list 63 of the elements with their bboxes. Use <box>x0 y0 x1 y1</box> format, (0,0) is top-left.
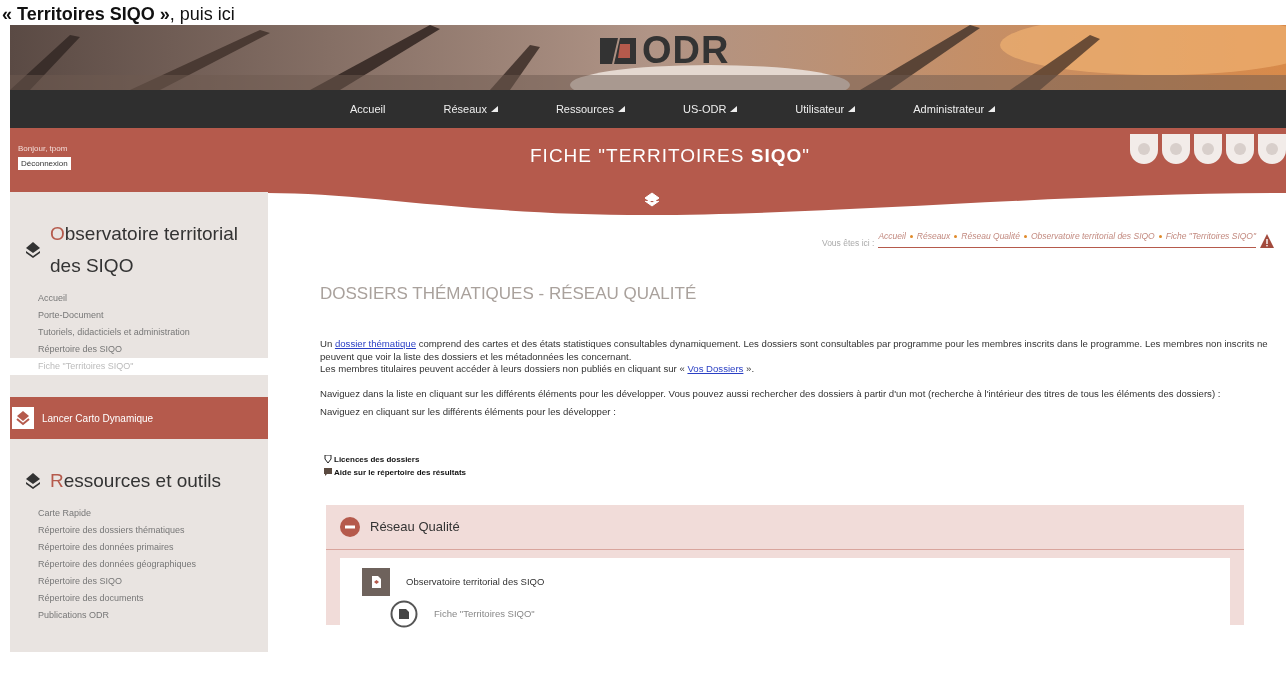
section-title: Observatoire territorial des SIQO <box>50 222 239 278</box>
body-paragraph: Les membres titulaires peuvent accéder à leurs dossiers non publiés en cliquant sur « Vos Dossiers ». <box>320 363 756 376</box>
tree-node[interactable]: Fiche "Territoires SIQO" <box>434 608 535 619</box>
section-title: Ressources et outils <box>50 469 223 493</box>
help-link[interactable]: Licences des dossiers <box>334 454 420 464</box>
sidebar-link[interactable]: Fiche "Territoires SIQO" <box>10 358 268 375</box>
user-greeting: Bonjour, tpom <box>18 144 68 153</box>
logout-button[interactable]: Déconnexion <box>18 157 71 170</box>
text-link[interactable]: Vos Dossiers <box>687 363 744 374</box>
breadcrumb-link[interactable]: Fiche "Territoires SIQO" <box>1165 231 1256 241</box>
comment-icon <box>324 468 332 476</box>
help-link[interactable]: Aide sur le répertoire des résultats <box>334 467 467 477</box>
body-paragraph: Un dossier thématique comprend des cartes et des états statistiques consultables dynamiquement. Les dossiers sont consultables par programme pour les membres inscrits dans le programme. Les membres non inscrits ne peuvent que voir la liste des dossiers et les métadonnées les concernant. <box>320 338 1269 363</box>
shield-icon <box>324 455 332 463</box>
caption-text: « Territoires SIQO », puis ici <box>1 3 235 25</box>
caret-icon <box>730 106 738 112</box>
nav-item[interactable]: Accueil <box>350 103 386 115</box>
caret-icon <box>848 106 856 112</box>
shield-icon[interactable] <box>1130 134 1158 164</box>
folder-icon[interactable] <box>362 567 390 596</box>
body-paragraph: Naviguez en cliquant sur les différents éléments pour les développer : <box>320 406 617 419</box>
sidebar-link[interactable]: Répertoire des SIQO <box>10 341 268 358</box>
shield-icon[interactable] <box>1162 134 1190 164</box>
layers-icon <box>24 472 42 490</box>
layers-icon <box>24 241 42 259</box>
sidebar-link[interactable]: Tutoriels, didacticiels et administration <box>10 324 268 341</box>
sidebar-link[interactable]: Répertoire des données primaires <box>10 539 268 556</box>
breadcrumb-link[interactable]: Observatoire territorial des SIQO <box>1030 231 1155 241</box>
sidebar-link[interactable]: Répertoire des données géographiques <box>10 556 268 573</box>
collapse-icon[interactable] <box>340 516 360 537</box>
shield-icon[interactable] <box>1226 134 1254 164</box>
sidebar-link[interactable]: Publications ODR <box>10 607 268 624</box>
sidebar-link[interactable]: Accueil <box>10 290 268 307</box>
logo-text: ODR <box>642 29 730 72</box>
body-paragraph: Naviguez dans la liste en cliquant sur les différents éléments pour les développer. Vous pouvez aussi rechercher des dossiers à partir d'un mot (recherche à l'intérieur des titres de tous les éléments des dossiers) : <box>320 387 1222 400</box>
page-title: FICHE "TERRITOIRES SIQO" <box>530 145 810 167</box>
tree-node[interactable]: Observatoire territorial des SIQO <box>406 576 545 587</box>
launch-button[interactable]: Lancer Carto Dynamique <box>10 397 268 439</box>
section-heading: DOSSIERS THÉMATIQUES - RÉSEAU QUALITÉ <box>320 284 698 304</box>
nav-item[interactable]: Réseaux <box>443 103 498 115</box>
text-link[interactable]: dossier thématique <box>334 338 416 349</box>
nav-item[interactable]: Ressources <box>555 103 625 115</box>
breadcrumb-link[interactable]: Réseaux <box>916 231 951 241</box>
caret-icon <box>490 106 498 112</box>
sidebar-link[interactable]: Répertoire des dossiers thématiques <box>10 522 268 539</box>
breadcrumb-link[interactable]: Accueil <box>878 231 906 241</box>
sidebar-link[interactable]: Carte Rapide <box>10 505 268 522</box>
caret-icon <box>617 106 625 112</box>
layers-icon <box>12 407 34 429</box>
shield-icon[interactable] <box>1258 134 1286 164</box>
sidebar-link[interactable]: Répertoire des SIQO <box>10 573 268 590</box>
tree-node[interactable]: Réseau Qualité <box>370 519 460 534</box>
breadcrumb-link[interactable]: Réseau Qualité <box>961 231 1020 241</box>
sidebar-link[interactable]: Répertoire des documents <box>10 590 268 607</box>
warning-icon[interactable] <box>1260 234 1274 248</box>
shield-icon[interactable] <box>1194 134 1222 164</box>
nav-item[interactable]: Utilisateur <box>795 103 856 115</box>
document-icon[interactable] <box>390 599 418 628</box>
nav-item[interactable]: US-ODR <box>682 103 738 115</box>
caret-icon <box>988 106 996 112</box>
nav-item[interactable]: Administrateur <box>913 103 996 115</box>
sidebar-link[interactable]: Porte-Document <box>10 307 268 324</box>
breadcrumb-label: Vous êtes ici : <box>821 238 875 248</box>
